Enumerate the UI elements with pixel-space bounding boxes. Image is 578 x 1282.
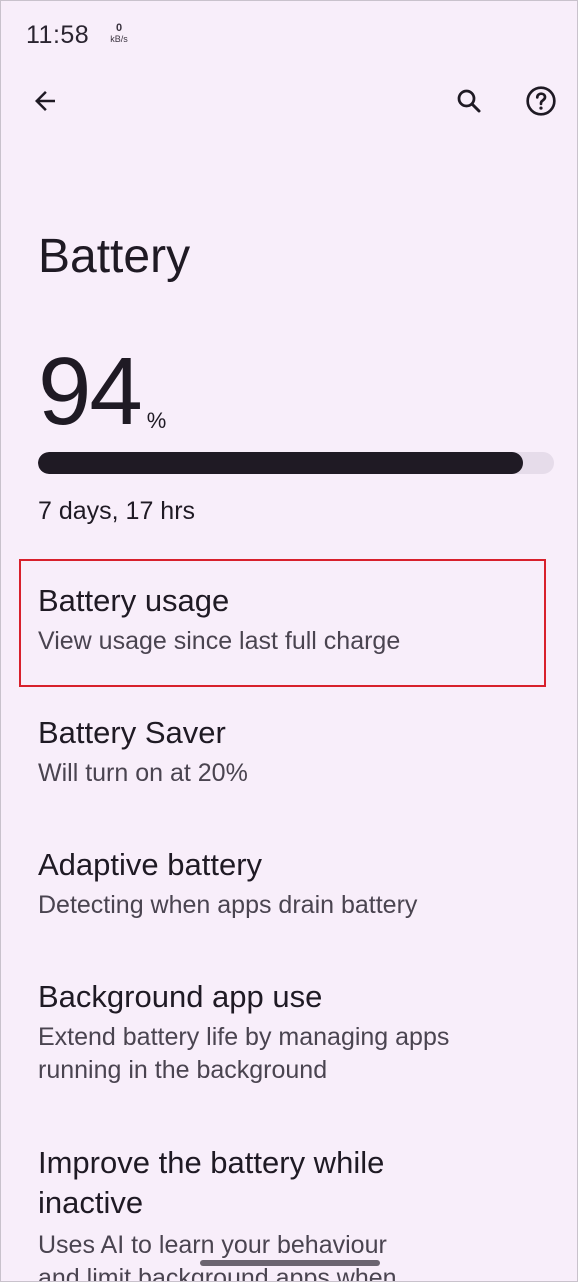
battery-level-value: 94	[38, 338, 143, 445]
page-title: Battery	[38, 230, 191, 283]
back-button[interactable]	[25, 81, 65, 121]
network-speed-value: 0	[115, 22, 123, 34]
list-item-battery-saver[interactable]: Battery Saver Will turn on at 20%	[1, 697, 577, 817]
list-item-title: Battery usage	[38, 583, 230, 618]
list-item-title-line-1: Improve the battery while	[38, 1145, 385, 1180]
network-speed-indicator: 0 kB/s	[107, 23, 131, 45]
list-item-title: Background app use	[38, 979, 323, 1014]
list-item-subtitle: Will turn on at 20%	[38, 759, 248, 787]
list-item-subtitle-line-1: Extend battery life by managing apps	[38, 1023, 450, 1051]
list-item-background-app-use[interactable]: Background app use Extend battery life b…	[1, 961, 577, 1111]
battery-time-remaining: 7 days, 17 hrs	[38, 497, 196, 525]
search-icon	[457, 89, 481, 113]
status-time: 11:58	[26, 21, 90, 49]
battery-level-unit: %	[146, 408, 167, 433]
list-item-title: Battery Saver	[38, 715, 226, 750]
battery-level-bar	[38, 452, 554, 474]
list-item-improve-battery-while-inactive[interactable]: Improve the battery while inactive Uses …	[1, 1127, 577, 1281]
help-button[interactable]	[521, 81, 561, 121]
help-circle-icon	[526, 86, 556, 116]
list-item-subtitle-line-2: running in the background	[38, 1056, 328, 1084]
status-bar: 11:58 0 kB/s	[1, 1, 577, 71]
arrow-left-icon	[35, 91, 55, 111]
screen: 11:58 0 kB/s Battery 94 % 7 days, 17 hrs	[0, 0, 578, 1282]
battery-level-bar-fill	[38, 452, 524, 474]
list-item-subtitle-line-1: Uses AI to learn your behaviour	[38, 1231, 387, 1259]
gesture-nav-handle[interactable]	[200, 1260, 380, 1266]
list-item-title: Adaptive battery	[38, 847, 263, 882]
list-item-subtitle: Detecting when apps drain battery	[38, 891, 418, 919]
list-item-adaptive-battery[interactable]: Adaptive battery Detecting when apps dra…	[1, 829, 577, 949]
list-item-battery-usage[interactable]: Battery usage View usage since last full…	[1, 563, 577, 683]
search-button[interactable]	[449, 81, 489, 121]
list-item-title-line-2: inactive	[38, 1185, 144, 1220]
list-item-subtitle: View usage since last full charge	[38, 627, 401, 655]
battery-level: 94 %	[38, 338, 167, 445]
network-speed-unit: kB/s	[110, 34, 128, 44]
